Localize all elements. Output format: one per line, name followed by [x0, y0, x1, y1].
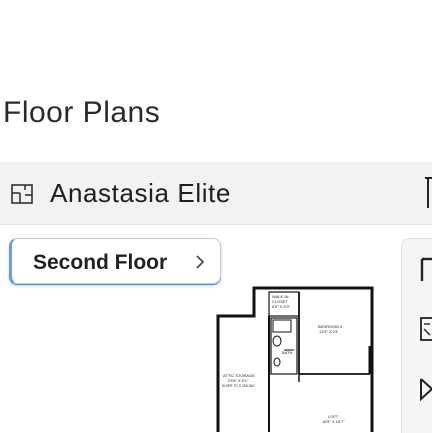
menu-edge-icon[interactable] [422, 176, 432, 210]
model-title: Anastasia Elite [50, 178, 231, 208]
room-dims-attic: 23'6" X 9'1" [228, 378, 249, 383]
save-icon[interactable] [418, 315, 432, 343]
toggle-icon[interactable] [418, 255, 432, 283]
chevron-right-icon [196, 255, 205, 269]
room-dims-walkin: 5'5" X 5'3" [272, 304, 291, 309]
room-dims-bedroom4: 13'9" X 13' [319, 329, 338, 334]
floor-select-label: Second Floor [33, 251, 168, 274]
floor-plan-drawing[interactable]: WALK-IN CLOSET 5'5" X 5'3" BEDROOM 4 13'… [216, 286, 374, 432]
side-panel [401, 238, 432, 433]
room-dims-loft: 18'5" X 16'7" [322, 419, 345, 424]
page-title: Floor Plans [3, 96, 161, 129]
floorplan-icon[interactable] [11, 183, 35, 205]
floor-select-button[interactable]: Second Floor [9, 238, 221, 284]
room-label-bath: BATH [282, 350, 292, 355]
send-icon[interactable] [418, 375, 432, 403]
room-note-attic: SLOPE TO 3' CEILING [222, 384, 255, 388]
model-header-bar: Anastasia Elite [0, 162, 432, 225]
